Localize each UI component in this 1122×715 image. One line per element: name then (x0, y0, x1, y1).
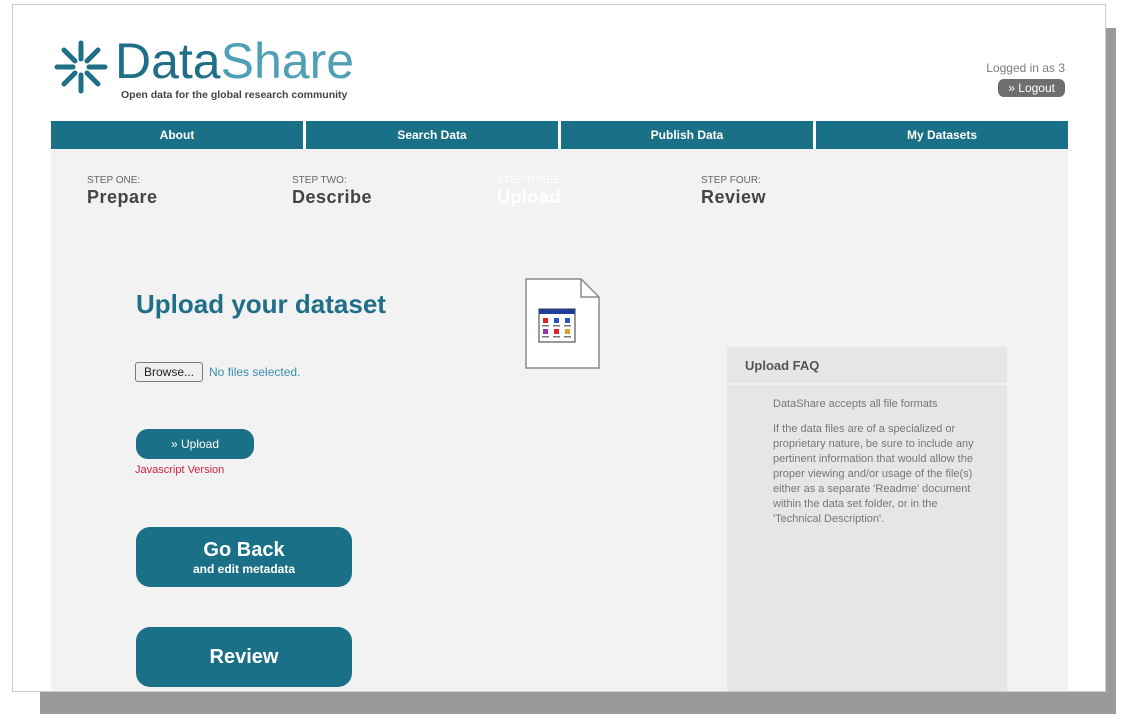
nav-publish-data[interactable]: Publish Data (561, 121, 816, 149)
go-back-button[interactable]: Go Back and edit metadata (136, 527, 352, 587)
logout-button[interactable]: » Logout (998, 79, 1065, 97)
page-title: Upload your dataset (136, 289, 386, 319)
user-panel: Logged in as 3 » Logout (986, 61, 1065, 97)
file-input: Browse... No files selected. (135, 362, 300, 382)
nav-search-data[interactable]: Search Data (306, 121, 561, 149)
nav-my-datasets[interactable]: My Datasets (816, 121, 1068, 149)
review-button[interactable]: Review (136, 627, 352, 687)
upload-faq-panel: Upload FAQ DataShare accepts all file fo… (727, 347, 1007, 691)
faq-paragraph: If the data files are of a specialized o… (773, 423, 974, 525)
browser-page: DataShare Open data for the global resea… (12, 4, 1106, 692)
broken-image-icon (525, 278, 600, 369)
main-nav: About Search Data Publish Data My Datase… (51, 121, 1068, 149)
step-one: STEP ONE: Prepare (87, 175, 158, 207)
brand-tagline: Open data for the global research commun… (121, 89, 348, 101)
nav-about[interactable]: About (51, 121, 306, 149)
asterisk-burst-icon (54, 40, 108, 94)
logged-in-text: Logged in as 3 (986, 61, 1065, 75)
upload-button[interactable]: » Upload (136, 429, 254, 459)
browse-button[interactable]: Browse... (135, 362, 204, 382)
faq-paragraph: DataShare accepts all file formats (773, 398, 938, 410)
main-content: STEP ONE: Prepare STEP TWO: Describe STE… (51, 149, 1068, 691)
step-four: STEP FOUR: Review (701, 175, 767, 207)
javascript-version-link[interactable]: Javascript Version (135, 464, 224, 476)
faq-title: Upload FAQ (727, 347, 1007, 385)
brand-name: DataShare (115, 33, 355, 89)
faq-body: DataShare accepts all file formats If th… (727, 385, 1007, 527)
step-two: STEP TWO: Describe (292, 175, 373, 207)
no-files-text: No files selected. (209, 365, 301, 379)
site-logo[interactable]: DataShare Open data for the global resea… (53, 35, 354, 101)
step-three: STEP THREE: Upload (497, 175, 563, 207)
